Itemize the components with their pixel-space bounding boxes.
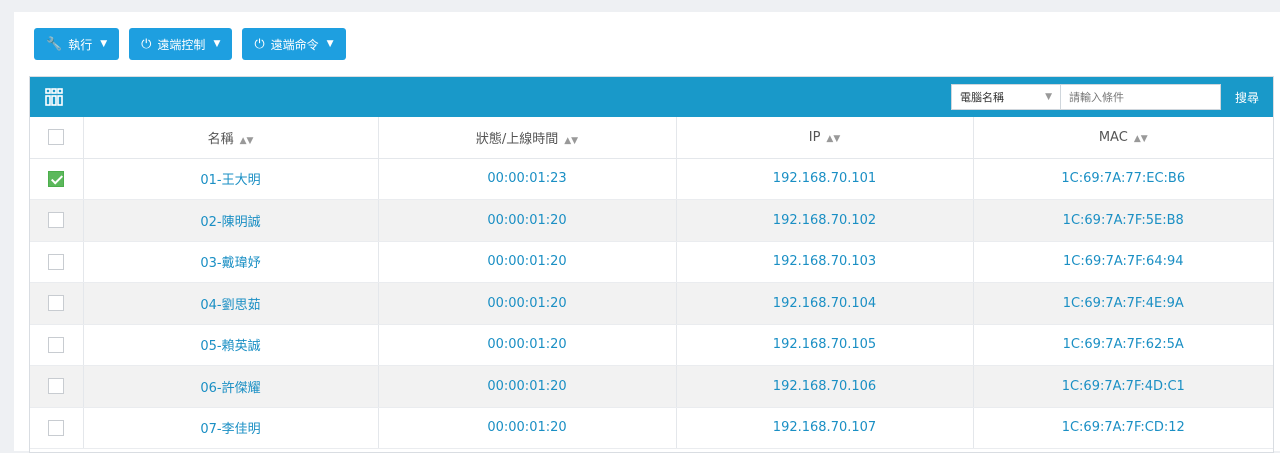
column-header-label: IP	[808, 129, 821, 145]
remote-control-button-label: 遠端控制	[157, 37, 206, 52]
cell-name[interactable]: 06-許傑耀	[83, 365, 379, 408]
row-checkbox[interactable]	[48, 295, 65, 312]
cell-mac: 1C:69:7A:7F:CD:12	[973, 407, 1273, 449]
cell-mac: 1C:69:7A:7F:4E:9A	[973, 282, 1273, 325]
column-header-status[interactable]: 狀態/上線時間 ▲▼	[378, 117, 677, 159]
page: 🔧 執行 ▼ ⏻ 遠端控制 ▼ ⏻ 遠端命令 ▼ 電腦名稱 ▼ 請輸入條件 搜尋…	[14, 12, 1280, 453]
remote-command-button[interactable]: ⏻ 遠端命令 ▼	[242, 28, 346, 60]
cell-mac: 1C:69:7A:7F:5E:B8	[973, 199, 1273, 242]
execute-button-label: 執行	[68, 37, 93, 52]
column-header-name[interactable]: 名稱 ▲▼	[83, 117, 379, 159]
toolbar: 🔧 執行 ▼ ⏻ 遠端控制 ▼ ⏻ 遠端命令 ▼	[34, 28, 346, 60]
table-row[interactable]: 03-戴瑋妤 00:00:01:20 192.168.70.103 1C:69:…	[30, 241, 1273, 283]
cell-mac: 1C:69:7A:7F:4D:C1	[973, 365, 1273, 408]
cell-status: 00:00:01:20	[378, 407, 677, 449]
cell-name[interactable]: 05-賴英誠	[83, 324, 379, 366]
sort-icon: ▲▼	[564, 135, 579, 146]
cell-ip: 192.168.70.103	[676, 241, 974, 283]
select-all-checkbox[interactable]	[48, 129, 65, 146]
cell-status: 00:00:01:20	[378, 241, 677, 283]
cell-ip: 192.168.70.105	[676, 324, 974, 366]
power-icon: ⏻	[141, 36, 152, 52]
cell-status: 00:00:01:20	[378, 282, 677, 325]
cell-status: 00:00:01:20	[378, 199, 677, 242]
search-field-value: 電腦名稱	[960, 91, 1004, 104]
chevron-down-icon: ▼	[100, 39, 108, 49]
power-icon: ⏻	[254, 36, 265, 52]
panel-header: 電腦名稱 ▼ 搜尋	[30, 77, 1273, 117]
cell-ip: 192.168.70.101	[676, 158, 974, 200]
search-button[interactable]: 搜尋	[1221, 83, 1273, 111]
row-checkbox[interactable]	[48, 378, 65, 395]
cell-status: 00:00:01:23	[378, 158, 677, 200]
column-header-label: MAC	[1098, 129, 1128, 145]
select-all-cell	[30, 117, 84, 159]
row-checkbox[interactable]	[48, 212, 65, 229]
cell-status: 00:00:01:20	[378, 365, 677, 408]
cell-mac: 1C:69:7A:77:EC:B6	[973, 158, 1273, 200]
table-header-row: 名稱 ▲▼ 狀態/上線時間 ▲▼ IP ▲▼ MAC ▲▼	[30, 117, 1273, 159]
table-row[interactable]: 04-劉思茹 00:00:01:20 192.168.70.104 1C:69:…	[30, 282, 1273, 325]
cell-mac: 1C:69:7A:7F:64:94	[973, 241, 1273, 283]
computer-table: 名稱 ▲▼ 狀態/上線時間 ▲▼ IP ▲▼ MAC ▲▼ 01-王大明 00:00:0…	[30, 117, 1273, 449]
cell-name[interactable]: 04-劉思茹	[83, 282, 379, 325]
chevron-down-icon: ▼	[1045, 92, 1052, 102]
cell-name[interactable]: 01-王大明	[83, 158, 379, 200]
search-bar: 電腦名稱 ▼ 搜尋	[951, 83, 1273, 111]
cell-ip: 192.168.70.106	[676, 365, 974, 408]
column-header-ip[interactable]: IP ▲▼	[676, 117, 974, 159]
row-checkbox[interactable]	[48, 170, 65, 187]
column-header-label: 狀態/上線時間	[475, 131, 559, 147]
sort-icon: ▲▼	[1133, 133, 1148, 144]
cell-ip: 192.168.70.104	[676, 282, 974, 325]
table-row[interactable]: 01-王大明 00:00:01:23 192.168.70.101 1C:69:…	[30, 158, 1273, 200]
cell-name[interactable]: 03-戴瑋妤	[83, 241, 379, 283]
cell-ip: 192.168.70.102	[676, 199, 974, 242]
wrench-icon: 🔧	[46, 36, 63, 52]
table-row[interactable]: 05-賴英誠 00:00:01:20 192.168.70.105 1C:69:…	[30, 324, 1273, 366]
column-header-mac[interactable]: MAC ▲▼	[973, 117, 1273, 159]
cell-name[interactable]: 07-李佳明	[83, 407, 379, 449]
cell-mac: 1C:69:7A:7F:62:5A	[973, 324, 1273, 366]
column-toggle-icon[interactable]	[45, 88, 63, 106]
table-row[interactable]: 07-李佳明 00:00:01:20 192.168.70.107 1C:69:…	[30, 407, 1273, 449]
remote-control-button[interactable]: ⏻ 遠端控制 ▼	[129, 28, 233, 60]
row-checkbox[interactable]	[48, 336, 65, 353]
row-checkbox[interactable]	[48, 419, 65, 436]
search-field-select[interactable]: 電腦名稱 ▼	[951, 84, 1061, 110]
chevron-down-icon: ▼	[213, 39, 221, 49]
sort-icon: ▲▼	[239, 135, 254, 146]
chevron-down-icon: ▼	[326, 39, 334, 49]
column-header-label: 名稱	[207, 131, 234, 147]
table-row[interactable]: 02-陳明誠 00:00:01:20 192.168.70.102 1C:69:…	[30, 199, 1273, 242]
cell-ip: 192.168.70.107	[676, 407, 974, 449]
search-input[interactable]	[1061, 84, 1221, 110]
computer-table-panel: 電腦名稱 ▼ 搜尋 名稱 ▲▼ 狀態/上線時間 ▲▼ IP ▲▼	[29, 76, 1274, 453]
table-row[interactable]: 06-許傑耀 00:00:01:20 192.168.70.106 1C:69:…	[30, 365, 1273, 408]
cell-name[interactable]: 02-陳明誠	[83, 199, 379, 242]
sort-icon: ▲▼	[826, 133, 841, 144]
row-checkbox[interactable]	[48, 253, 65, 270]
cell-status: 00:00:01:20	[378, 324, 677, 366]
remote-command-button-label: 遠端命令	[270, 37, 319, 52]
execute-button[interactable]: 🔧 執行 ▼	[34, 28, 120, 60]
